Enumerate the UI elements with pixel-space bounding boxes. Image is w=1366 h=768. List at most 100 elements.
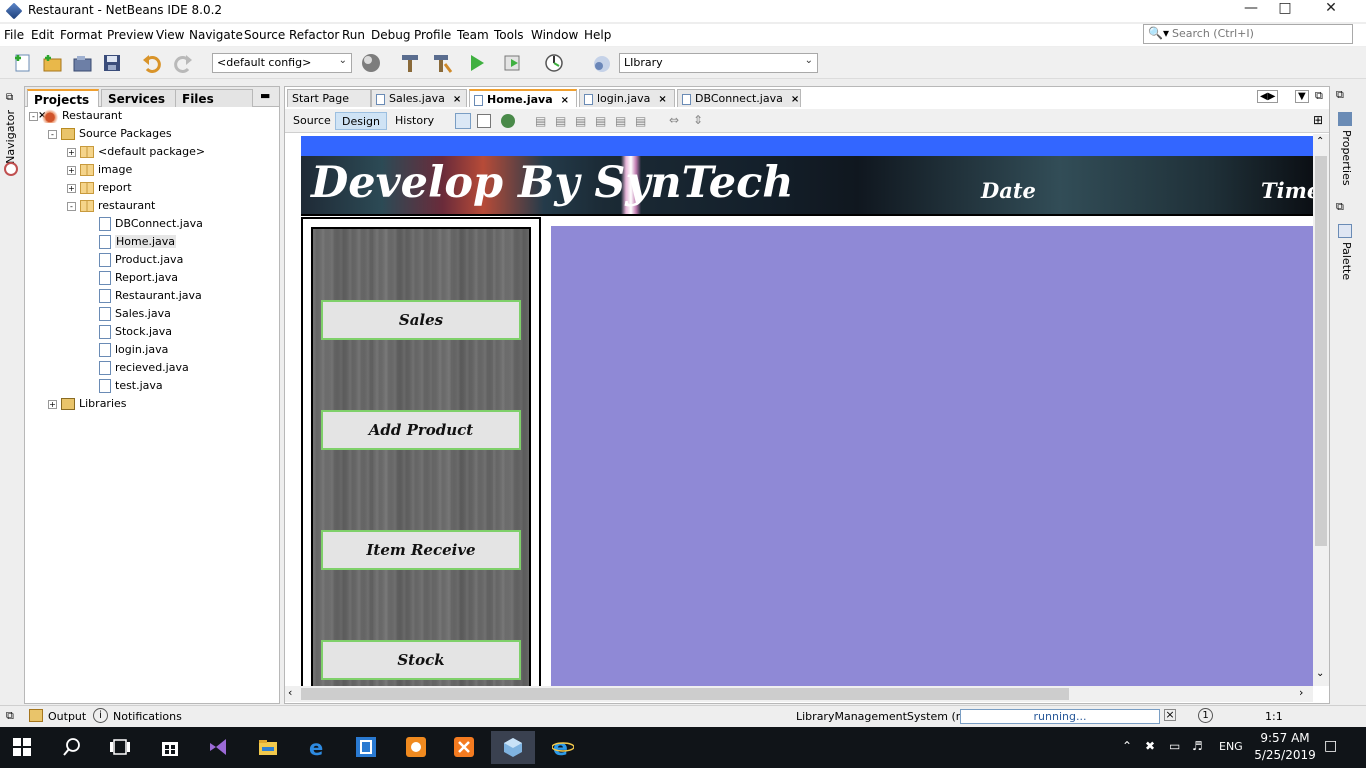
history-mode-button[interactable]: History: [389, 112, 440, 130]
tab-home-java[interactable]: Home.java ×: [469, 89, 577, 107]
restore-window-icon[interactable]: ⧉: [6, 92, 13, 103]
scroll-tabs-arrows-icon[interactable]: ◀▶: [1257, 90, 1279, 103]
undo-icon[interactable]: [141, 52, 163, 74]
tab-sales-java[interactable]: Sales.java ×: [371, 89, 467, 107]
tree-item[interactable]: + <default package>: [67, 145, 205, 163]
item-receive-button[interactable]: Item Receive: [321, 530, 521, 570]
sales-button[interactable]: Sales: [321, 300, 521, 340]
align-middle-icon[interactable]: ▤: [635, 114, 646, 128]
tree-item[interactable]: Stock.java: [86, 325, 172, 343]
align-right-icon[interactable]: ▤: [555, 114, 566, 128]
restore-window-icon[interactable]: ⧉: [6, 709, 14, 723]
profile-icon[interactable]: [543, 52, 565, 74]
expand-editor-icon[interactable]: ⊞: [1313, 113, 1323, 127]
tree-item[interactable]: DBConnect.java: [86, 217, 203, 235]
preview-design-icon[interactable]: [501, 114, 515, 128]
java-app-running-icon[interactable]: [491, 731, 535, 764]
tree-item[interactable]: recieved.java: [86, 361, 189, 379]
selection-mode-icon[interactable]: [455, 113, 471, 129]
search-taskbar-icon[interactable]: [50, 731, 94, 764]
tab-files[interactable]: Files: [175, 89, 253, 107]
redo-icon[interactable]: [172, 52, 194, 74]
tree-item[interactable]: login.java: [86, 343, 168, 361]
tree-item[interactable]: - Source Packages: [48, 127, 172, 145]
open-project-icon[interactable]: [71, 52, 93, 74]
expand-icon[interactable]: +: [48, 399, 57, 409]
align-center-icon[interactable]: ▤: [575, 114, 586, 128]
store-icon[interactable]: [148, 731, 192, 764]
deploy-icon[interactable]: [591, 52, 613, 74]
edge-icon[interactable]: e: [296, 731, 340, 764]
ide-notifications-icon[interactable]: 1: [1198, 708, 1213, 723]
design-mode-button[interactable]: Design: [335, 112, 387, 130]
xampp-icon[interactable]: [442, 731, 486, 764]
restore-window-icon[interactable]: ⧉: [1336, 200, 1344, 214]
notifications-tab[interactable]: Notifications: [113, 710, 182, 723]
task-view-icon[interactable]: [98, 731, 142, 764]
minimize-panel-icon[interactable]: ▬: [260, 89, 270, 102]
horizontal-scrollbar[interactable]: ‹ ›: [285, 686, 1313, 702]
vertical-scrollbar[interactable]: ⌃ ⌄: [1313, 134, 1329, 686]
properties-tab[interactable]: Properties: [1340, 130, 1353, 186]
menu-view[interactable]: View: [156, 28, 184, 42]
date-label[interactable]: Date: [981, 178, 1036, 203]
show-hidden-icons-icon[interactable]: ⌃: [1122, 739, 1132, 753]
media-player-icon[interactable]: [394, 731, 438, 764]
tree-item[interactable]: Restaurant.java: [86, 289, 202, 307]
align-top-icon[interactable]: ▤: [595, 114, 606, 128]
side-menu-panel[interactable]: Sales Add Product Item Receive Stock: [311, 227, 531, 686]
run-icon[interactable]: [466, 52, 488, 74]
menu-edit[interactable]: Edit: [31, 28, 54, 42]
menu-team[interactable]: Team: [457, 28, 489, 42]
network-icon[interactable]: ✖: [1145, 739, 1155, 753]
battery-icon[interactable]: ▭: [1169, 739, 1180, 753]
tree-item[interactable]: Sales.java: [86, 307, 171, 325]
palette-tab[interactable]: Palette: [1340, 242, 1353, 280]
clean-build-icon[interactable]: [431, 52, 453, 74]
scroll-left-icon[interactable]: ‹: [288, 686, 292, 699]
menu-preview[interactable]: Preview: [107, 28, 154, 42]
expand-icon[interactable]: +: [67, 147, 76, 157]
close-tab-icon[interactable]: ×: [658, 94, 666, 105]
menu-format[interactable]: Format: [60, 28, 102, 42]
tree-item[interactable]: test.java: [86, 379, 163, 397]
globe-icon[interactable]: [360, 52, 382, 74]
menu-help[interactable]: Help: [584, 28, 611, 42]
scroll-up-icon[interactable]: ⌃: [1316, 136, 1324, 147]
tree-item[interactable]: Product.java: [86, 253, 183, 271]
source-mode-button[interactable]: Source: [287, 112, 337, 130]
output-tab[interactable]: Output: [48, 710, 86, 723]
menu-source[interactable]: Source: [244, 28, 285, 42]
collapse-icon[interactable]: -: [67, 201, 76, 211]
maximize-button[interactable]: □: [1262, 0, 1308, 22]
tree-item[interactable]: + report: [67, 181, 132, 199]
resize-horizontal-icon[interactable]: ⇔: [669, 113, 679, 127]
header-banner[interactable]: Develop By SynTech Date Time: [301, 156, 1313, 216]
volume-icon[interactable]: ♬: [1192, 739, 1203, 753]
maximize-editor-icon[interactable]: ⧉: [1315, 89, 1323, 103]
navigator-tab[interactable]: Navigator: [4, 110, 17, 164]
tree-item[interactable]: - Restaurant: [29, 109, 122, 127]
menu-tools[interactable]: Tools: [494, 28, 524, 42]
add-product-button[interactable]: Add Product: [321, 410, 521, 450]
scroll-down-icon[interactable]: ⌄: [1316, 668, 1324, 679]
tree-item[interactable]: + Libraries: [48, 397, 127, 415]
tree-item[interactable]: + image: [67, 163, 132, 181]
tab-services[interactable]: Services: [101, 89, 177, 107]
save-all-icon[interactable]: [101, 52, 123, 74]
close-tab-icon[interactable]: ×: [561, 95, 569, 106]
tree-item[interactable]: - restaurant: [67, 199, 155, 217]
tab-list-chevron-down-icon[interactable]: ▼: [1295, 90, 1309, 103]
resize-vertical-icon[interactable]: ⇕: [693, 113, 703, 127]
content-panel[interactable]: [551, 226, 1313, 686]
menu-debug[interactable]: Debug: [371, 28, 410, 42]
running-process-label[interactable]: LibraryManagementSystem (run): [796, 710, 979, 723]
side-menu-container[interactable]: Sales Add Product Item Receive Stock: [301, 217, 541, 686]
menu-window[interactable]: Window: [531, 28, 578, 42]
tab-start-page[interactable]: Start Page: [287, 89, 371, 107]
start-button[interactable]: [0, 731, 44, 764]
config-select[interactable]: <default config> ⌄: [212, 53, 352, 73]
properties-icon[interactable]: [1338, 112, 1352, 126]
expand-icon[interactable]: +: [67, 183, 76, 193]
scroll-right-icon[interactable]: ›: [1299, 686, 1303, 699]
